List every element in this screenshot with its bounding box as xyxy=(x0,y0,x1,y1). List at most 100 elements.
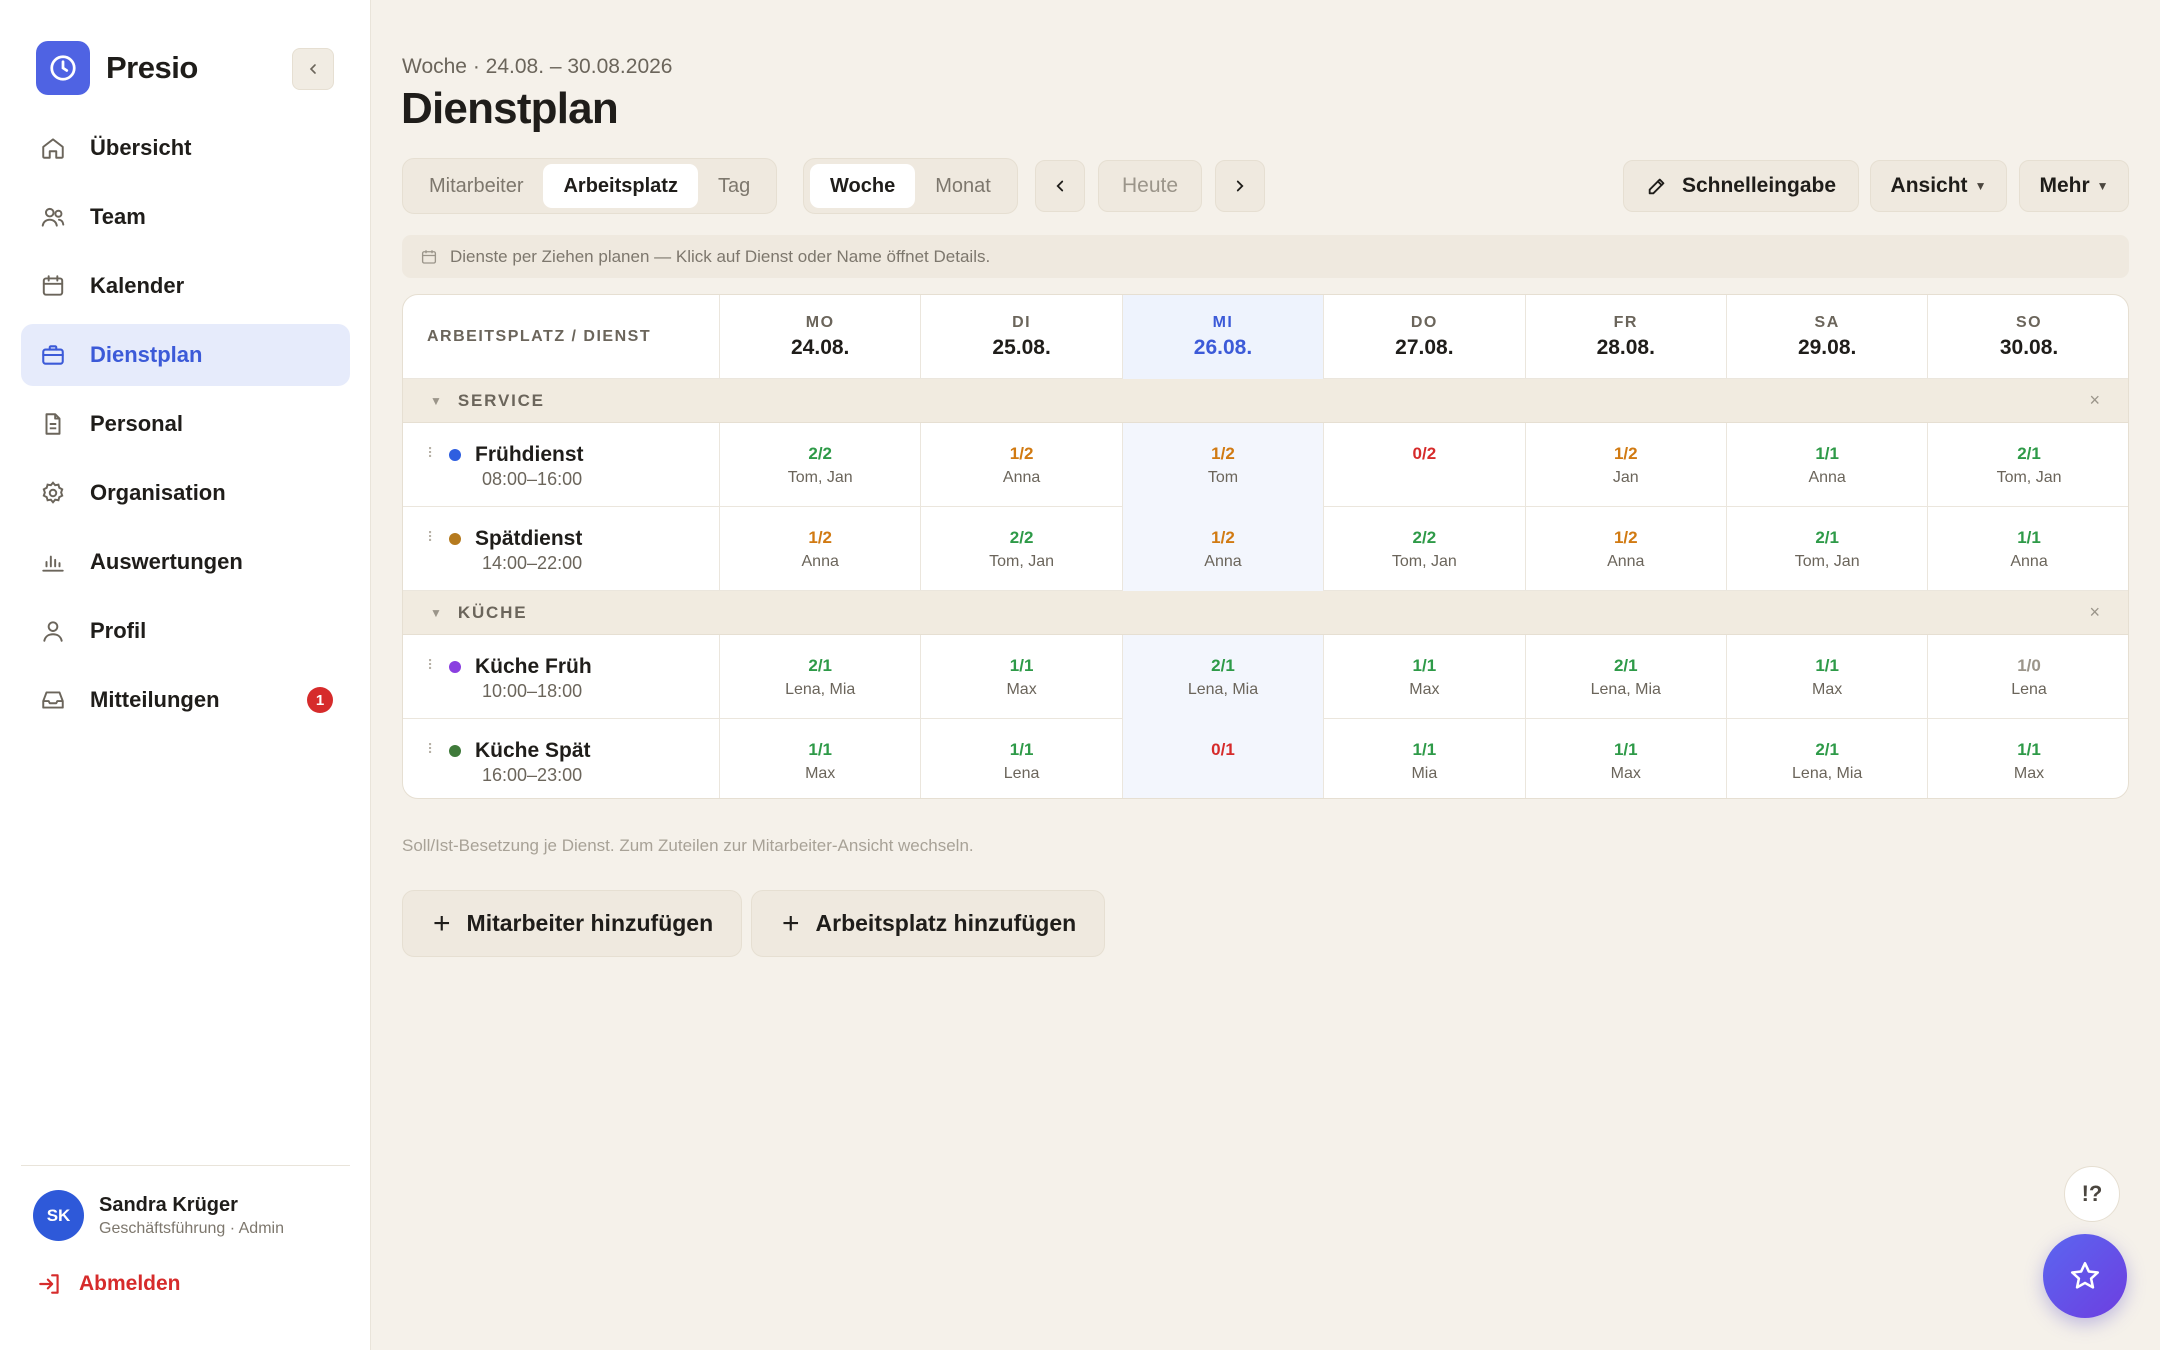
more-menu-label: Mehr xyxy=(2039,174,2090,197)
assigned-staff: Anna xyxy=(2010,552,2048,570)
shift-slot[interactable]: 1/2 Tom xyxy=(1122,423,1325,507)
close-icon[interactable]: × xyxy=(2089,390,2100,411)
quick-entry-button[interactable]: Schnelleingabe xyxy=(1623,160,1859,212)
staffing-count: 2/2 xyxy=(1009,527,1034,547)
logout-button[interactable]: Abmelden xyxy=(37,1271,181,1297)
chevron-down-icon[interactable]: ▼ xyxy=(430,606,442,620)
tab-tag[interactable]: Tag xyxy=(698,164,770,208)
staffing-count: 2/2 xyxy=(1412,527,1437,547)
shift-slot[interactable]: 1/1 Max xyxy=(921,635,1123,719)
sidebar-item-dienstplan[interactable]: Dienstplan xyxy=(21,324,350,386)
sidebar-item-organisation[interactable]: Organisation xyxy=(21,462,350,524)
section-header[interactable]: ▼ SERVICE × xyxy=(403,379,2128,423)
chevron-down-icon[interactable]: ▼ xyxy=(430,394,442,408)
drag-handle-icon[interactable]: ⠇ xyxy=(427,445,439,462)
shift-slot[interactable]: 1/1 Max xyxy=(1324,635,1526,719)
add-workplace-button[interactable]: + Arbeitsplatz hinzufügen xyxy=(751,890,1106,957)
shift-slot[interactable]: 2/1 Tom, Jan xyxy=(1727,507,1929,591)
sidebar-item-kalender[interactable]: Kalender xyxy=(21,255,350,317)
tab-mitarbeiter[interactable]: Mitarbeiter xyxy=(409,164,543,208)
shift-slot[interactable]: 0/2 xyxy=(1324,423,1526,507)
day-header[interactable]: DO 27.08. xyxy=(1324,295,1526,379)
logout-label: Abmelden xyxy=(79,1272,181,1295)
day-name: SA xyxy=(1814,314,1840,331)
view-menu-button[interactable]: Ansicht ▼ xyxy=(1870,160,2007,212)
drag-handle-icon[interactable]: ⠇ xyxy=(427,657,439,674)
shift-slot[interactable]: 2/2 Tom, Jan xyxy=(720,423,922,507)
shift-slot[interactable]: 2/1 Lena, Mia xyxy=(1727,719,1929,798)
drag-handle-icon[interactable]: ⠇ xyxy=(427,529,439,546)
shift-color-dot xyxy=(449,533,461,545)
day-header[interactable]: SO 30.08. xyxy=(1928,295,2128,379)
sidebar-item-profil[interactable]: Profil xyxy=(21,600,350,662)
tab-arbeitsplatz[interactable]: Arbeitsplatz xyxy=(543,164,698,208)
tab-woche[interactable]: Woche xyxy=(810,164,916,208)
shift-slot[interactable]: 2/1 Tom, Jan xyxy=(1928,423,2128,507)
shift-label[interactable]: ⠇ Frühdienst 08:00–16:00 xyxy=(403,423,720,507)
shift-label[interactable]: ⠇ Küche Früh 10:00–18:00 xyxy=(403,635,720,719)
drag-handle-icon[interactable]: ⠇ xyxy=(427,741,439,758)
chevron-left-icon xyxy=(309,64,316,74)
user-name: Sandra Krüger xyxy=(99,1193,238,1216)
shift-slot[interactable]: 2/1 Lena, Mia xyxy=(1122,635,1325,719)
shift-slot[interactable]: 0/1 xyxy=(1122,719,1325,798)
staffing-count: 1/1 xyxy=(1613,739,1638,759)
shift-slot[interactable]: 1/2 Jan xyxy=(1526,423,1727,507)
add-employee-button[interactable]: + Mitarbeiter hinzufügen xyxy=(402,890,743,957)
previous-week-button[interactable] xyxy=(1035,160,1085,212)
shift-slot[interactable]: 1/1 Max xyxy=(720,719,922,798)
shift-slot[interactable]: 1/2 Anna xyxy=(1122,507,1325,591)
shift-slot[interactable]: 1/1 Anna xyxy=(1727,423,1929,507)
assigned-staff: Anna xyxy=(1204,552,1242,570)
help-button[interactable]: !? xyxy=(2064,1166,2120,1222)
close-icon[interactable]: × xyxy=(2089,602,2100,623)
shift-slot[interactable]: 2/1 Lena, Mia xyxy=(1526,635,1727,719)
shift-slot[interactable]: 1/1 Anna xyxy=(1928,507,2128,591)
today-button[interactable]: Heute xyxy=(1098,160,1202,212)
sidebar-item-uebersicht[interactable]: Übersicht xyxy=(21,117,350,179)
user-card[interactable]: SK Sandra Krüger Geschäftsführung · Admi… xyxy=(33,1190,284,1241)
day-header-today[interactable]: MI 26.08. xyxy=(1122,295,1325,379)
assigned-staff: Tom, Jan xyxy=(787,468,853,486)
shift-color-dot xyxy=(449,745,461,757)
section-header[interactable]: ▼ KÜCHE × xyxy=(403,591,2128,635)
day-header[interactable]: FR 28.08. xyxy=(1526,295,1727,379)
shift-label[interactable]: ⠇ Spätdienst 14:00–22:00 xyxy=(403,507,720,591)
shift-time: 16:00–23:00 xyxy=(482,765,583,785)
collapse-sidebar-button[interactable] xyxy=(292,48,334,90)
shift-label[interactable]: ⠇ Küche Spät 16:00–23:00 xyxy=(403,719,720,798)
shift-slot[interactable]: 1/1 Max xyxy=(1928,719,2128,798)
next-week-button[interactable] xyxy=(1215,160,1265,212)
shift-slot[interactable]: 1/0 Lena xyxy=(1928,635,2128,719)
page-title: Dienstplan xyxy=(401,84,619,133)
tab-monat[interactable]: Monat xyxy=(915,164,1011,208)
shift-slot[interactable]: 1/1 Max xyxy=(1727,635,1929,719)
shift-slot[interactable]: 1/2 Anna xyxy=(921,423,1123,507)
day-name: MO xyxy=(805,314,835,331)
user-role: Geschäftsführung · Admin xyxy=(99,1219,284,1237)
shift-slot[interactable]: 1/1 Mia xyxy=(1324,719,1526,798)
shift-slot[interactable]: 1/2 Anna xyxy=(1526,507,1727,591)
sidebar-item-auswertungen[interactable]: Auswertungen xyxy=(21,531,350,593)
day-header[interactable]: MO 24.08. xyxy=(720,295,922,379)
sidebar-item-team[interactable]: Team xyxy=(21,186,350,248)
sidebar-item-mitteilungen[interactable]: Mitteilungen 1 xyxy=(21,669,350,731)
shift-slot[interactable]: 2/2 Tom, Jan xyxy=(921,507,1123,591)
shift-slot[interactable]: 1/2 Anna xyxy=(720,507,922,591)
staffing-count: 1/1 xyxy=(1412,655,1437,675)
assigned-staff: Max xyxy=(2013,764,2045,782)
sidebar-item-label: Personal xyxy=(90,411,183,436)
more-menu-button[interactable]: Mehr ▼ xyxy=(2019,160,2129,212)
view-menu-label: Ansicht xyxy=(1890,174,1968,197)
day-header[interactable]: SA 29.08. xyxy=(1727,295,1929,379)
day-header[interactable]: DI 25.08. xyxy=(921,295,1123,379)
assigned-staff: Lena, Mia xyxy=(1590,680,1661,698)
shift-slot[interactable]: 2/2 Tom, Jan xyxy=(1324,507,1526,591)
sidebar-item-personal[interactable]: Personal xyxy=(21,393,350,455)
shift-slot[interactable]: 1/1 Lena xyxy=(921,719,1123,798)
favorites-fab[interactable] xyxy=(2043,1234,2127,1318)
shift-slot[interactable]: 2/1 Lena, Mia xyxy=(720,635,922,719)
brand[interactable]: Presio xyxy=(36,41,198,95)
shift-slot[interactable]: 1/1 Max xyxy=(1526,719,1727,798)
staffing-count: 0/2 xyxy=(1412,443,1437,463)
